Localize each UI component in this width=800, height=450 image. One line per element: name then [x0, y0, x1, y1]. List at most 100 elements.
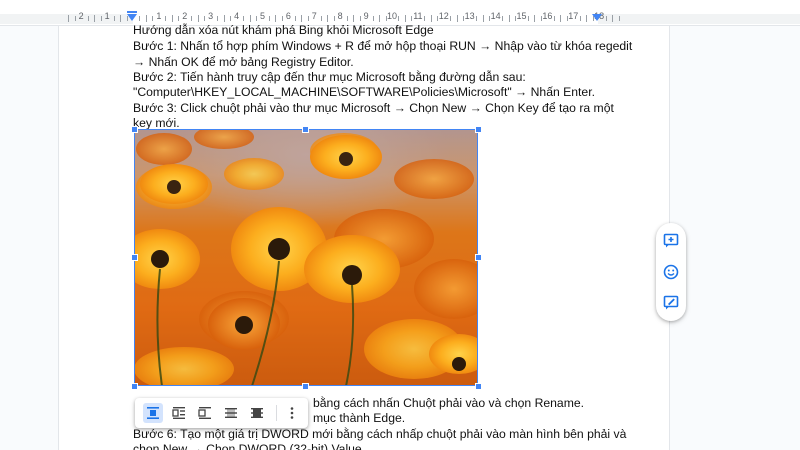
resize-handle-right[interactable] [475, 254, 482, 261]
image-wrap-toolbar [135, 398, 308, 428]
ruler-tick [165, 16, 167, 21]
ruler-number: 1 [104, 11, 110, 21]
ruler-number: 2 [182, 11, 188, 21]
resize-handle-top[interactable] [302, 126, 309, 133]
ruler-number: 7 [311, 11, 317, 21]
ruler-tick [476, 16, 478, 21]
ruler-tick [566, 16, 568, 21]
left-indent-marker[interactable] [127, 14, 137, 21]
ruler-tick [268, 16, 270, 21]
ruler-number: 11 [413, 11, 423, 21]
ruler-tick [139, 16, 141, 21]
ruler-tick [204, 16, 206, 21]
inline-button[interactable] [143, 403, 163, 423]
ruler-tick [230, 16, 232, 21]
doc-line-step2-path: "Computer\HKEY_LOCAL_MACHINE\SOFTWARE\Po… [133, 85, 595, 99]
ruler-tick [527, 16, 529, 21]
doc-line-step6: Bước 6: Tạo một giá trị DWORD mới bằng c… [133, 427, 627, 441]
behind-text-button[interactable] [221, 403, 241, 423]
ruler-tick [294, 16, 296, 21]
ruler-tick [353, 15, 355, 22]
ruler-tick [612, 15, 614, 22]
ruler-number: 12 [438, 11, 449, 21]
wrap-text-button[interactable] [169, 403, 189, 423]
resize-handle-top-right[interactable] [475, 126, 482, 133]
ruler-tick [281, 16, 283, 21]
ruler-tick [456, 15, 458, 22]
ruler-number: 16 [542, 11, 553, 21]
ruler-number: 10 [386, 11, 398, 21]
ruler-tick [120, 15, 122, 22]
behind-text-icon [225, 408, 237, 418]
ruler-tick [327, 15, 329, 22]
ruler-number: 2 [78, 11, 84, 21]
more-options-icon [290, 407, 294, 419]
ruler-margin-right [598, 14, 800, 24]
ruler-tick [217, 16, 219, 21]
ruler-tick [152, 16, 154, 21]
ruler-number: 1 [156, 11, 162, 21]
in-front-of-text-icon [251, 408, 263, 418]
inline-icon [147, 407, 159, 419]
emoji-reaction-icon [663, 264, 679, 280]
ruler-tick [145, 15, 147, 22]
ruler-tick [379, 15, 381, 22]
ruler-tick [178, 16, 180, 21]
resize-handle-bottom-left[interactable] [131, 383, 138, 390]
resize-handle-left[interactable] [131, 254, 138, 261]
ruler-tick [540, 16, 542, 21]
side-action-toolbar [656, 223, 686, 321]
ruler-tick [482, 15, 484, 22]
ruler-tick [437, 16, 439, 21]
ruler-tick [489, 16, 491, 21]
resize-handle-top-left[interactable] [131, 126, 138, 133]
first-line-indent-marker[interactable] [127, 11, 137, 13]
ruler-tick [463, 16, 465, 21]
ruler-number: 3 [208, 11, 214, 21]
break-text-button[interactable] [195, 403, 215, 423]
ruler-tick [450, 16, 452, 21]
in-front-of-text-button[interactable] [247, 403, 267, 423]
ruler-tick [508, 15, 510, 22]
ruler-tick [560, 15, 562, 22]
ruler-tick [404, 15, 406, 22]
more-options-button[interactable] [282, 403, 302, 423]
ruler-tick [94, 15, 96, 22]
ruler-tick [301, 15, 303, 22]
suggest-edit-button[interactable] [661, 293, 681, 313]
ruler-tick [515, 16, 517, 21]
ruler-tick [605, 16, 607, 21]
ruler-tick [359, 16, 361, 21]
ruler-tick [346, 16, 348, 21]
ruler-tick [553, 16, 555, 21]
ruler-tick [307, 16, 309, 21]
add-comment-button[interactable] [661, 231, 681, 251]
doc-line-step1: Bước 1: Nhấn tổ hợp phím Windows + R để … [133, 39, 633, 53]
doc-line-step2: Bước 2: Tiến hành truy cập đến thư mục M… [133, 70, 526, 84]
ruler-number: 13 [464, 11, 475, 21]
wrap-text-icon [172, 407, 185, 419]
emoji-reaction-button[interactable] [661, 262, 681, 282]
ruler-tick [385, 16, 387, 21]
ruler-number: 15 [516, 11, 527, 21]
ruler-tick [87, 16, 89, 21]
resize-handle-bottom-right[interactable] [475, 383, 482, 390]
ruler-tick [249, 15, 251, 22]
ruler-tick [74, 16, 76, 21]
doc-line-title: Hướng dẫn xóa nút khám phá Bing khỏi Mic… [133, 23, 434, 37]
ruler-tick [430, 15, 432, 22]
right-indent-marker[interactable] [592, 14, 602, 21]
ruler-tick [424, 16, 426, 21]
doc-line-step3: Bước 3: Click chuột phải vào thư mục Mic… [133, 101, 614, 115]
ruler-tick [223, 15, 225, 22]
doc-line-step6-cont: chọn New → Chọn DWORD (32-bit) Value. [133, 442, 366, 450]
resize-handle-bottom[interactable] [302, 383, 309, 390]
ruler-tick [256, 16, 258, 21]
ruler-tick [100, 16, 102, 21]
ruler-tick [320, 16, 322, 21]
ruler-number: 4 [234, 11, 240, 21]
ruler-tick [113, 16, 115, 21]
suggest-edit-icon [663, 295, 679, 310]
ruler-tick [243, 16, 245, 21]
toolbar-divider [276, 405, 277, 421]
